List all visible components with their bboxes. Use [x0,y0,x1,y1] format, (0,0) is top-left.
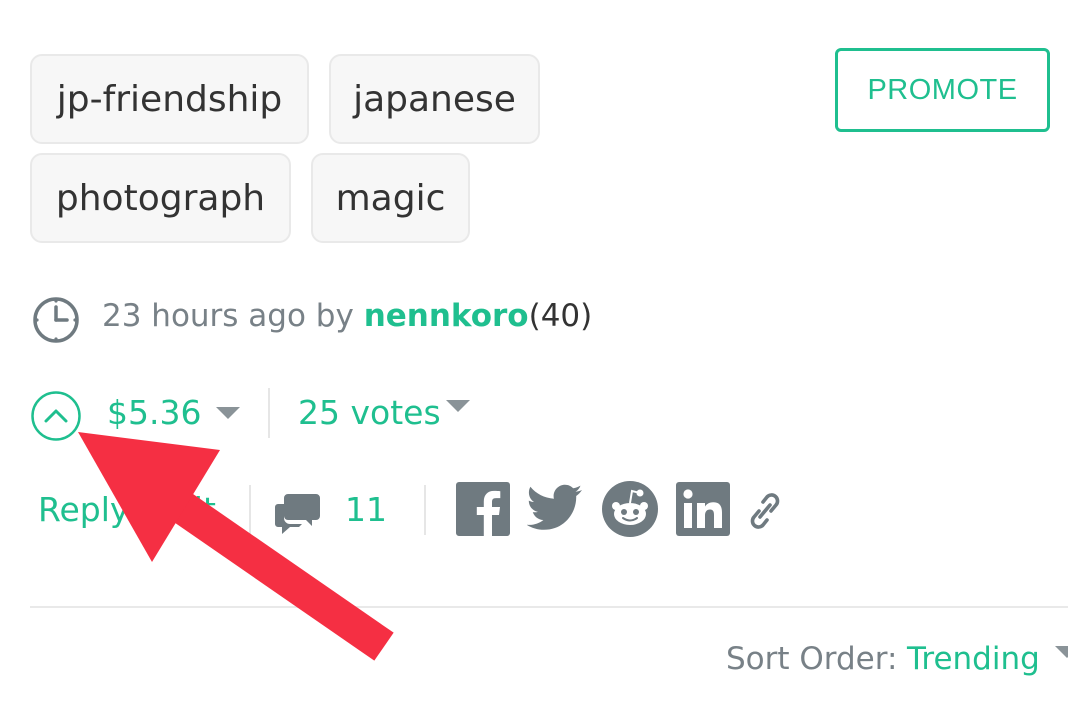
time-ago: 23 hours ago by [102,298,354,334]
sort-dropdown-icon[interactable] [1055,646,1068,658]
votes-count[interactable]: 25 votes [298,393,441,432]
promote-button[interactable]: PROMOTE [835,48,1050,132]
tag-jp-friendship[interactable]: jp-friendship [30,54,309,144]
comments-icon[interactable] [274,490,322,534]
twitter-icon[interactable] [527,484,583,532]
tag-japanese[interactable]: japanese [329,54,540,144]
author-link[interactable]: nennkoro [364,298,529,334]
upvote-icon[interactable] [30,390,82,442]
link-icon[interactable] [746,490,784,532]
edit-link[interactable]: Edit [152,490,216,529]
sort-label: Sort Order: [726,641,898,677]
actions-divider [249,485,251,535]
comments-count[interactable]: 11 [345,490,387,529]
section-divider [30,606,1068,608]
facebook-icon[interactable] [456,482,510,536]
linkedin-icon[interactable] [676,482,730,536]
share-divider [424,485,426,535]
sort-value[interactable]: Trending [907,641,1040,677]
reddit-icon[interactable] [602,481,658,537]
reply-link[interactable]: Reply [38,490,129,529]
payout-dropdown-icon[interactable] [216,407,240,419]
payout-amount[interactable]: $5.36 [107,393,201,432]
tag-magic[interactable]: magic [311,153,470,243]
post-meta: 23 hours ago by nennkoro(40) [102,298,592,334]
votes-dropdown-icon[interactable] [446,400,470,412]
clock-icon [33,297,79,343]
author-reputation: (40) [528,298,593,334]
tag-photograph[interactable]: photograph [30,153,291,243]
vote-divider [268,388,270,438]
